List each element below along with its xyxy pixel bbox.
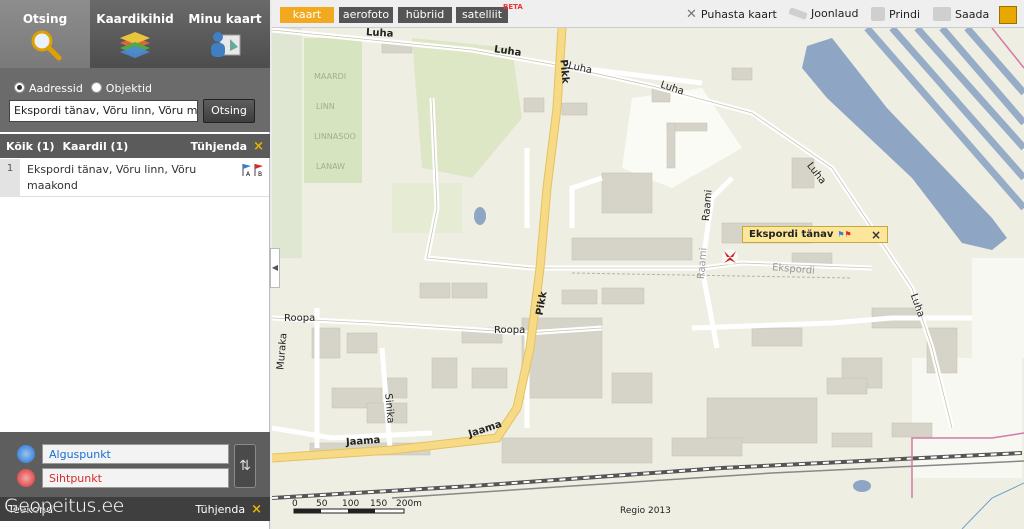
- scale-label: 100: [342, 499, 360, 509]
- location-popup[interactable]: Ekspordi tänav ⚑⚑ ×: [742, 226, 888, 243]
- tab-layers-label: Kaardikihid: [96, 12, 174, 26]
- street-label: Luha: [365, 28, 394, 40]
- clear-map-button[interactable]: ✕ Puhasta kaart: [686, 7, 777, 22]
- results-clear-button[interactable]: Tühjenda ×: [191, 140, 264, 153]
- route-clear-button[interactable]: Tühjenda ×: [195, 503, 262, 516]
- scale-bar: [293, 508, 405, 514]
- scale-label: 150: [370, 499, 388, 509]
- svg-text:B: B: [258, 171, 262, 177]
- site-logo: Geopeitus.ee: [4, 495, 125, 518]
- scale-label: 200m: [396, 499, 422, 509]
- search-icon: [31, 30, 62, 61]
- close-icon[interactable]: ×: [871, 229, 881, 241]
- user-map-icon: [211, 32, 241, 57]
- location-marker-icon: [722, 249, 738, 265]
- ruler-icon: [788, 7, 808, 20]
- street-label: Pikk: [557, 59, 571, 84]
- scale-label: 50: [316, 499, 328, 509]
- end-point-field[interactable]: Sihtpunkt: [42, 468, 229, 488]
- area-label: LINN: [316, 102, 335, 111]
- search-area: Aadressid Objektid Ekspordi tänav, Võru …: [0, 68, 270, 132]
- mode-aerial-button[interactable]: aerofoto: [339, 7, 393, 23]
- map-toolbar: kaart aerofoto hübriid satelliit BETA ✕ …: [272, 0, 1024, 28]
- route-flags-icon[interactable]: ⚑⚑: [837, 230, 851, 239]
- route-flags-icon[interactable]: A B: [241, 163, 265, 180]
- tab-layers[interactable]: Kaardikihid: [90, 0, 180, 68]
- results-header: Kõik (1) Kaardil (1) Tühjenda ×: [0, 134, 270, 158]
- search-button[interactable]: Otsing: [203, 99, 255, 123]
- map-canvas[interactable]: Luha Luha Luha Luha Luha Luha Pikk Pikk …: [272, 28, 1024, 529]
- route-panel: Alguspunkt Sihtpunkt ⇅: [0, 432, 270, 497]
- tab-search[interactable]: Otsing: [0, 0, 90, 68]
- print-button[interactable]: Prindi: [871, 7, 920, 21]
- collapse-panel-button[interactable]: ◀: [270, 248, 280, 288]
- street-label: Roopa: [284, 313, 316, 324]
- clear-map-icon: ✕: [686, 7, 697, 22]
- results-all-filter[interactable]: Kõik (1): [6, 140, 55, 153]
- svg-text:A: A: [246, 171, 251, 177]
- area-label: LINNASOO: [314, 132, 356, 141]
- search-input[interactable]: Ekspordi tänav, Võru linn, Võru maa: [9, 100, 198, 122]
- radio-objects[interactable]: Objektid: [90, 82, 152, 95]
- tab-my-map[interactable]: Minu kaart: [180, 0, 270, 68]
- layers-icon: [120, 32, 150, 58]
- print-icon: [871, 7, 885, 21]
- fullscreen-icon[interactable]: [999, 6, 1017, 24]
- mail-icon: [933, 7, 951, 21]
- left-panel: Otsing Kaardikihid Minu kaart Aadressid …: [0, 0, 270, 529]
- list-item[interactable]: 1 Ekspordi tänav, Võru linn, Võru maakon…: [0, 159, 269, 197]
- mode-hybrid-button[interactable]: hübriid: [398, 7, 452, 23]
- result-number: 1: [0, 159, 20, 197]
- start-pin-icon: [17, 445, 35, 463]
- area-label: LANAW: [316, 162, 346, 171]
- street-label: Roopa: [494, 325, 526, 336]
- ruler-button[interactable]: Joonlaud: [788, 7, 858, 20]
- mode-map-button[interactable]: kaart: [280, 7, 334, 23]
- radio-addresses[interactable]: Aadressid: [14, 82, 83, 95]
- swap-route-button[interactable]: ⇅: [234, 444, 256, 488]
- tab-search-label: Otsing: [22, 12, 68, 26]
- scale-label: 0: [292, 499, 298, 509]
- start-point-field[interactable]: Alguspunkt: [42, 444, 229, 464]
- search-type-radios: Aadressid Objektid: [14, 82, 152, 95]
- area-label: MAARDI: [314, 72, 347, 81]
- beta-badge: BETA: [503, 3, 523, 11]
- results-on-map-filter[interactable]: Kaardil (1): [63, 140, 129, 153]
- main-tabs: Otsing Kaardikihid Minu kaart: [0, 0, 270, 68]
- close-icon: ×: [251, 501, 262, 517]
- send-button[interactable]: Saada: [933, 7, 989, 21]
- popup-label: Ekspordi tänav: [749, 229, 834, 240]
- result-text: Ekspordi tänav, Võru linn, Võru maakond: [27, 163, 197, 192]
- mode-satellite-button[interactable]: satelliit: [456, 7, 508, 23]
- map-graphics: [272, 28, 1024, 529]
- map-copyright: Regio 2013: [620, 506, 671, 516]
- end-pin-icon: [17, 469, 35, 487]
- close-icon: ×: [253, 138, 264, 154]
- tab-my-map-label: Minu kaart: [188, 12, 262, 26]
